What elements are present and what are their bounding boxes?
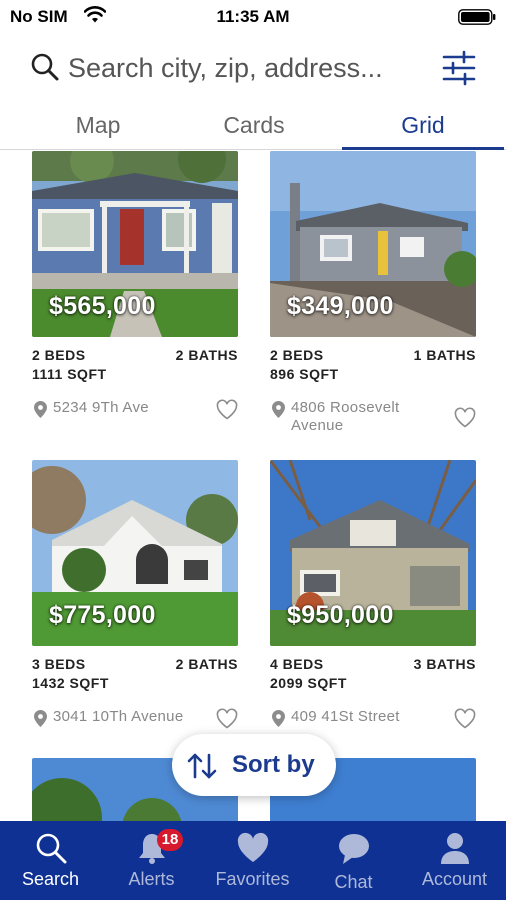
- baths-count: 2 BATHS: [175, 347, 238, 363]
- nav-search-label: Search: [21, 869, 80, 889]
- alerts-count-badge: 18: [157, 829, 183, 851]
- favorite-heart-icon[interactable]: [454, 407, 476, 429]
- nav-chat[interactable]: Chat: [303, 821, 404, 900]
- location-pin-icon: [34, 401, 47, 418]
- listing-address-row: 5234 9Th Ave: [32, 399, 238, 439]
- tab-grid[interactable]: Grid: [342, 100, 504, 150]
- listing-address: 4806 Roosevelt Avenue: [291, 399, 400, 434]
- clock: 11:35 AM: [216, 7, 290, 26]
- sqft-count: 1111 SQFT: [32, 366, 107, 382]
- listing-photo[interactable]: $775,000: [32, 460, 238, 646]
- listing-photo[interactable]: $349,000: [270, 151, 476, 337]
- nav-account[interactable]: Account: [404, 821, 505, 900]
- bottom-nav: Search 18 Alerts Favorites Chat Account: [0, 821, 506, 900]
- nav-alerts-label: Alerts: [128, 869, 175, 889]
- nav-alerts[interactable]: 18 Alerts: [101, 821, 202, 900]
- listing-price: $349,000: [287, 292, 394, 320]
- listing-specs: 2 BEDS 2 BATHS 1111 SQFT: [32, 347, 238, 391]
- nav-favorites[interactable]: Favorites: [202, 821, 303, 900]
- listing-card[interactable]: $349,000 2 BEDS 1 BATHS 896 SQFT 4806 Ro…: [270, 151, 476, 439]
- listing-price: $950,000: [287, 601, 394, 629]
- listing-specs: 3 BEDS 2 BATHS 1432 SQFT: [32, 656, 238, 700]
- beds-count: 4 BEDS: [270, 656, 324, 672]
- search-bar: [0, 40, 506, 96]
- tab-cards[interactable]: Cards: [170, 100, 338, 150]
- baths-count: 3 BATHS: [413, 656, 476, 672]
- filter-sliders-icon[interactable]: [442, 50, 476, 86]
- chat-icon: [338, 834, 369, 864]
- listing-card[interactable]: $950,000 4 BEDS 3 BATHS 2099 SQFT 409 41…: [270, 460, 476, 748]
- favorite-heart-icon[interactable]: [216, 399, 238, 421]
- favorite-heart-icon[interactable]: [454, 708, 476, 730]
- sqft-count: 1432 SQFT: [32, 675, 109, 691]
- listing-address: 409 41St Street: [291, 708, 400, 725]
- baths-count: 2 BATHS: [175, 656, 238, 672]
- search-icon: [36, 833, 66, 864]
- nav-account-label: Account: [421, 869, 488, 889]
- location-pin-icon: [272, 710, 285, 727]
- listing-photo[interactable]: $950,000: [270, 460, 476, 646]
- sort-by-label: Sort by: [232, 751, 315, 778]
- listing-address-row: 4806 Roosevelt Avenue: [270, 399, 476, 439]
- beds-count: 2 BEDS: [270, 347, 324, 363]
- location-pin-icon: [34, 710, 47, 727]
- listing-specs: 4 BEDS 3 BATHS 2099 SQFT: [270, 656, 476, 700]
- nav-search[interactable]: Search: [0, 821, 101, 900]
- view-tabs: Map Cards Grid: [0, 100, 506, 150]
- sqft-count: 2099 SQFT: [270, 675, 347, 691]
- nav-chat-label: Chat: [334, 872, 373, 892]
- search-input[interactable]: [68, 48, 428, 88]
- active-tab-indicator: [342, 147, 504, 150]
- favorite-heart-icon[interactable]: [216, 708, 238, 730]
- beds-count: 3 BEDS: [32, 656, 86, 672]
- listing-photo[interactable]: $565,000: [32, 151, 238, 337]
- listing-address: 5234 9Th Ave: [53, 399, 149, 416]
- sort-arrows-icon: [187, 753, 217, 779]
- person-icon: [440, 833, 469, 864]
- listing-address: 3041 10Th Avenue: [53, 708, 184, 725]
- listing-specs: 2 BEDS 1 BATHS 896 SQFT: [270, 347, 476, 391]
- baths-count: 1 BATHS: [413, 347, 476, 363]
- listing-card[interactable]: $775,000 3 BEDS 2 BATHS 1432 SQFT 3041 1…: [32, 460, 238, 748]
- listing-price: $565,000: [49, 292, 156, 320]
- status-bar: No SIM 11:35 AM: [0, 0, 506, 34]
- location-pin-icon: [272, 401, 285, 418]
- sqft-count: 896 SQFT: [270, 366, 339, 382]
- listing-price: $775,000: [49, 601, 156, 629]
- tab-map[interactable]: Map: [14, 100, 182, 150]
- heart-icon: [237, 832, 268, 862]
- listing-card[interactable]: $565,000 2 BEDS 2 BATHS 1111 SQFT 5234 9…: [32, 151, 238, 439]
- nav-favorites-label: Favorites: [215, 869, 290, 889]
- sort-by-button[interactable]: Sort by: [172, 734, 336, 796]
- search-icon: [31, 53, 59, 81]
- battery-icon: [458, 9, 496, 25]
- listing-grid: $565,000 2 BEDS 2 BATHS 1111 SQFT 5234 9…: [0, 151, 506, 821]
- beds-count: 2 BEDS: [32, 347, 86, 363]
